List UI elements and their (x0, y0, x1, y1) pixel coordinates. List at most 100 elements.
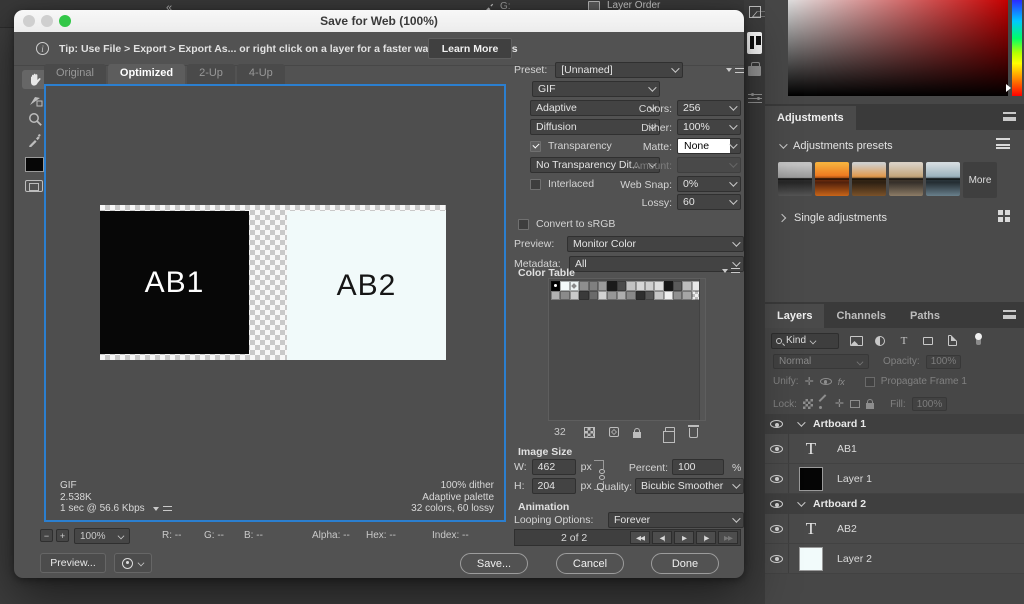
visibility-eye-icon[interactable] (765, 414, 789, 434)
hue-slider-marker[interactable] (1006, 84, 1011, 92)
visibility-eye-icon[interactable] (765, 544, 789, 573)
color-swatch[interactable] (682, 290, 692, 300)
color-swatch[interactable] (663, 290, 674, 300)
layer-row-layer-2[interactable]: Layer 2 (765, 544, 1024, 574)
color-swatch[interactable] (569, 281, 580, 291)
unify-style-icon[interactable]: fx (838, 377, 845, 387)
zoom-out-button[interactable]: − (40, 529, 53, 542)
grid-view-icon[interactable] (998, 210, 1010, 222)
lock-pixels-icon[interactable] (818, 399, 829, 409)
panel-menu-icon[interactable] (1003, 310, 1016, 319)
visibility-eye-icon[interactable] (765, 494, 789, 514)
map-transparency-icon[interactable] (583, 426, 595, 438)
color-swatch[interactable] (588, 290, 598, 300)
previous-frame-button[interactable]: ◀| (652, 531, 672, 544)
height-input[interactable]: 204 (531, 478, 576, 494)
convert-srgb-checkbox[interactable] (518, 218, 529, 230)
lock-color-icon[interactable] (632, 427, 641, 438)
cancel-button[interactable]: Cancel (556, 553, 624, 574)
next-frame-button[interactable]: |▶ (696, 531, 716, 544)
unify-position-icon[interactable]: ✛ (805, 376, 814, 387)
colors-select[interactable]: 256 (677, 100, 741, 116)
play-button[interactable]: ▶ (674, 531, 694, 544)
toggle-slices-visibility[interactable] (25, 180, 43, 192)
width-input[interactable]: 462 (531, 459, 576, 475)
percent-input[interactable]: 100 (672, 459, 724, 475)
filter-type-layers-icon[interactable]: T (897, 335, 911, 347)
filter-toggle-icon[interactable] (969, 333, 983, 347)
tab-layers[interactable]: Layers (765, 304, 825, 328)
dither-select[interactable]: 100% (677, 119, 741, 135)
color-table-scrollbar[interactable] (699, 279, 705, 420)
tab-optimized[interactable]: Optimized (107, 64, 186, 84)
color-swatch[interactable] (579, 281, 589, 291)
panel-menu-icon[interactable] (1003, 112, 1016, 121)
layer-row-ab1[interactable]: T AB1 (765, 434, 1024, 464)
delete-color-icon[interactable] (687, 425, 699, 438)
preset-select[interactable]: [Unnamed] (555, 62, 684, 78)
optimize-menu-icon[interactable] (726, 67, 744, 73)
color-swatch[interactable] (588, 281, 598, 291)
color-swatch[interactable] (569, 290, 580, 300)
first-frame-button[interactable]: ◀◀ (630, 531, 650, 544)
filter-smart-objects-icon[interactable] (945, 335, 959, 347)
interlaced-checkbox[interactable] (530, 178, 541, 190)
color-swatch[interactable] (560, 290, 570, 300)
window-zoom-button[interactable] (59, 15, 71, 27)
filter-adjustment-layers-icon[interactable] (873, 335, 887, 347)
color-swatch[interactable] (560, 281, 570, 291)
color-swatch[interactable] (673, 281, 683, 291)
color-swatch[interactable] (551, 290, 561, 300)
status-menu-icon[interactable] (152, 507, 159, 511)
color-swatch[interactable] (551, 281, 561, 291)
eyedropper-color-swatch[interactable] (25, 157, 44, 172)
optimized-preview-area[interactable]: AB1 AB2 GIF 2.538K 1 sec @ 56.6 Kbps 100… (44, 84, 506, 522)
color-picker-hue-slider[interactable] (1012, 0, 1022, 96)
color-swatch[interactable] (597, 290, 608, 300)
color-swatch[interactable] (635, 281, 645, 291)
preset-list-icon[interactable] (996, 138, 1010, 149)
visibility-eye-icon[interactable] (765, 464, 789, 493)
constrain-proportions-icon[interactable] (598, 469, 606, 481)
artboard-canvas[interactable]: AB1 AB2 (100, 205, 446, 360)
visibility-eye-icon[interactable] (765, 434, 789, 463)
save-button[interactable]: Save... (460, 553, 528, 574)
properties-sliders-icon[interactable] (747, 92, 762, 104)
opacity-value[interactable]: 100% (925, 354, 962, 369)
format-select[interactable]: GIF (532, 81, 660, 97)
adjustments-presets-header[interactable]: Adjustments presets (779, 140, 893, 152)
color-swatch[interactable] (626, 290, 636, 300)
preset-thumbnail[interactable] (852, 162, 886, 196)
preset-thumbnail[interactable] (815, 162, 849, 196)
fill-value[interactable]: 100% (911, 397, 948, 411)
preset-thumbnail[interactable] (889, 162, 923, 196)
layer-group-artboard-2[interactable]: Artboard 2 (765, 494, 1024, 514)
quality-select[interactable]: Bicubic Smoother (635, 478, 744, 494)
color-swatch[interactable] (663, 281, 674, 291)
artboards-panel-icon[interactable] (747, 32, 762, 54)
looping-select[interactable]: Forever (608, 512, 744, 528)
artboard-1-canvas[interactable]: AB1 (100, 211, 249, 354)
done-button[interactable]: Done (651, 553, 719, 574)
preview-in-browser-button[interactable] (114, 553, 152, 573)
color-swatch[interactable] (644, 290, 655, 300)
color-swatch[interactable] (682, 281, 692, 291)
lossy-select[interactable]: 60 (677, 194, 741, 210)
matte-select[interactable]: None (677, 138, 741, 154)
color-swatch[interactable] (579, 290, 589, 300)
preset-thumbnail[interactable] (778, 162, 812, 196)
color-swatch[interactable] (597, 281, 608, 291)
lock-artboard-icon[interactable] (850, 400, 861, 408)
zoom-level-select[interactable]: 100% (74, 528, 130, 544)
color-swatch[interactable] (673, 290, 683, 300)
layer-row-ab2[interactable]: T AB2 (765, 514, 1024, 544)
visibility-eye-icon[interactable] (765, 514, 789, 543)
color-swatch[interactable] (654, 281, 664, 291)
preview-mode-select[interactable]: Monitor Color (567, 236, 744, 252)
color-picker-saturation-square[interactable] (788, 0, 1008, 96)
layer-row-layer-1[interactable]: Layer 1 (765, 464, 1024, 494)
color-swatch[interactable] (644, 281, 655, 291)
color-swatch[interactable] (654, 290, 664, 300)
lock-transparency-icon[interactable] (802, 399, 813, 409)
shift-websafe-icon[interactable] (608, 427, 619, 437)
